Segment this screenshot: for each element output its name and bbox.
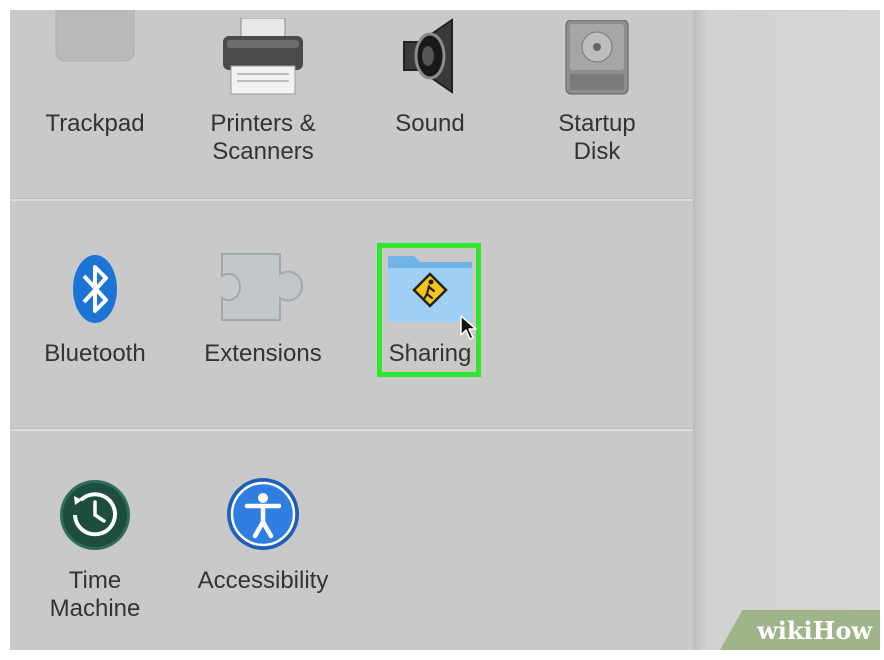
wikihow-watermark: wiki How (720, 610, 880, 650)
pane-label: Bluetooth (44, 340, 146, 367)
speaker-icon (403, 18, 453, 94)
pane-label: Sound (395, 110, 465, 137)
pane-extensions[interactable]: Extensions (188, 242, 338, 402)
pane-label: Accessibility (197, 567, 329, 594)
pane-bluetooth[interactable]: Bluetooth (20, 242, 170, 402)
watermark-wiki: wiki (757, 615, 813, 645)
pane-label-line-1: Printers & (210, 110, 316, 137)
pane-label-line-2: Scanners (212, 138, 314, 165)
pane-printers-scanners[interactable]: Printers & Scanners (188, 10, 338, 170)
mouse-cursor-icon (460, 315, 477, 340)
bluetooth-icon (73, 255, 117, 323)
time-machine-icon (60, 480, 130, 550)
pane-label: Trackpad (45, 110, 145, 137)
hard-disk-icon (565, 20, 629, 95)
section-divider (10, 428, 693, 431)
pane-label-line-2: Machine (49, 595, 141, 622)
desktop-background (693, 10, 880, 650)
watermark-how: How (812, 615, 872, 645)
puzzle-piece-icon (221, 253, 304, 321)
accessibility-icon (227, 478, 299, 550)
pane-label-line-1: Startup (558, 110, 636, 137)
pane-accessibility[interactable]: Accessibility (188, 470, 338, 630)
system-preferences-panel: Trackpad Printers & Scanners Sound Start… (10, 10, 693, 650)
pane-sound[interactable]: Sound (355, 10, 505, 170)
pane-time-machine[interactable]: Time Machine (20, 470, 170, 630)
pane-label-line-2: Disk (573, 138, 621, 165)
pane-trackpad[interactable]: Trackpad (20, 10, 170, 170)
sharing-highlight-box (377, 243, 481, 377)
screenshot-frame: Trackpad Printers & Scanners Sound Start… (10, 10, 880, 650)
printer-icon (223, 18, 303, 95)
pane-label: Extensions (204, 340, 322, 367)
section-divider (10, 198, 693, 201)
trackpad-icon (55, 10, 135, 62)
pane-label-line-1: Time (68, 567, 122, 594)
pane-startup-disk[interactable]: Startup Disk (522, 10, 672, 170)
